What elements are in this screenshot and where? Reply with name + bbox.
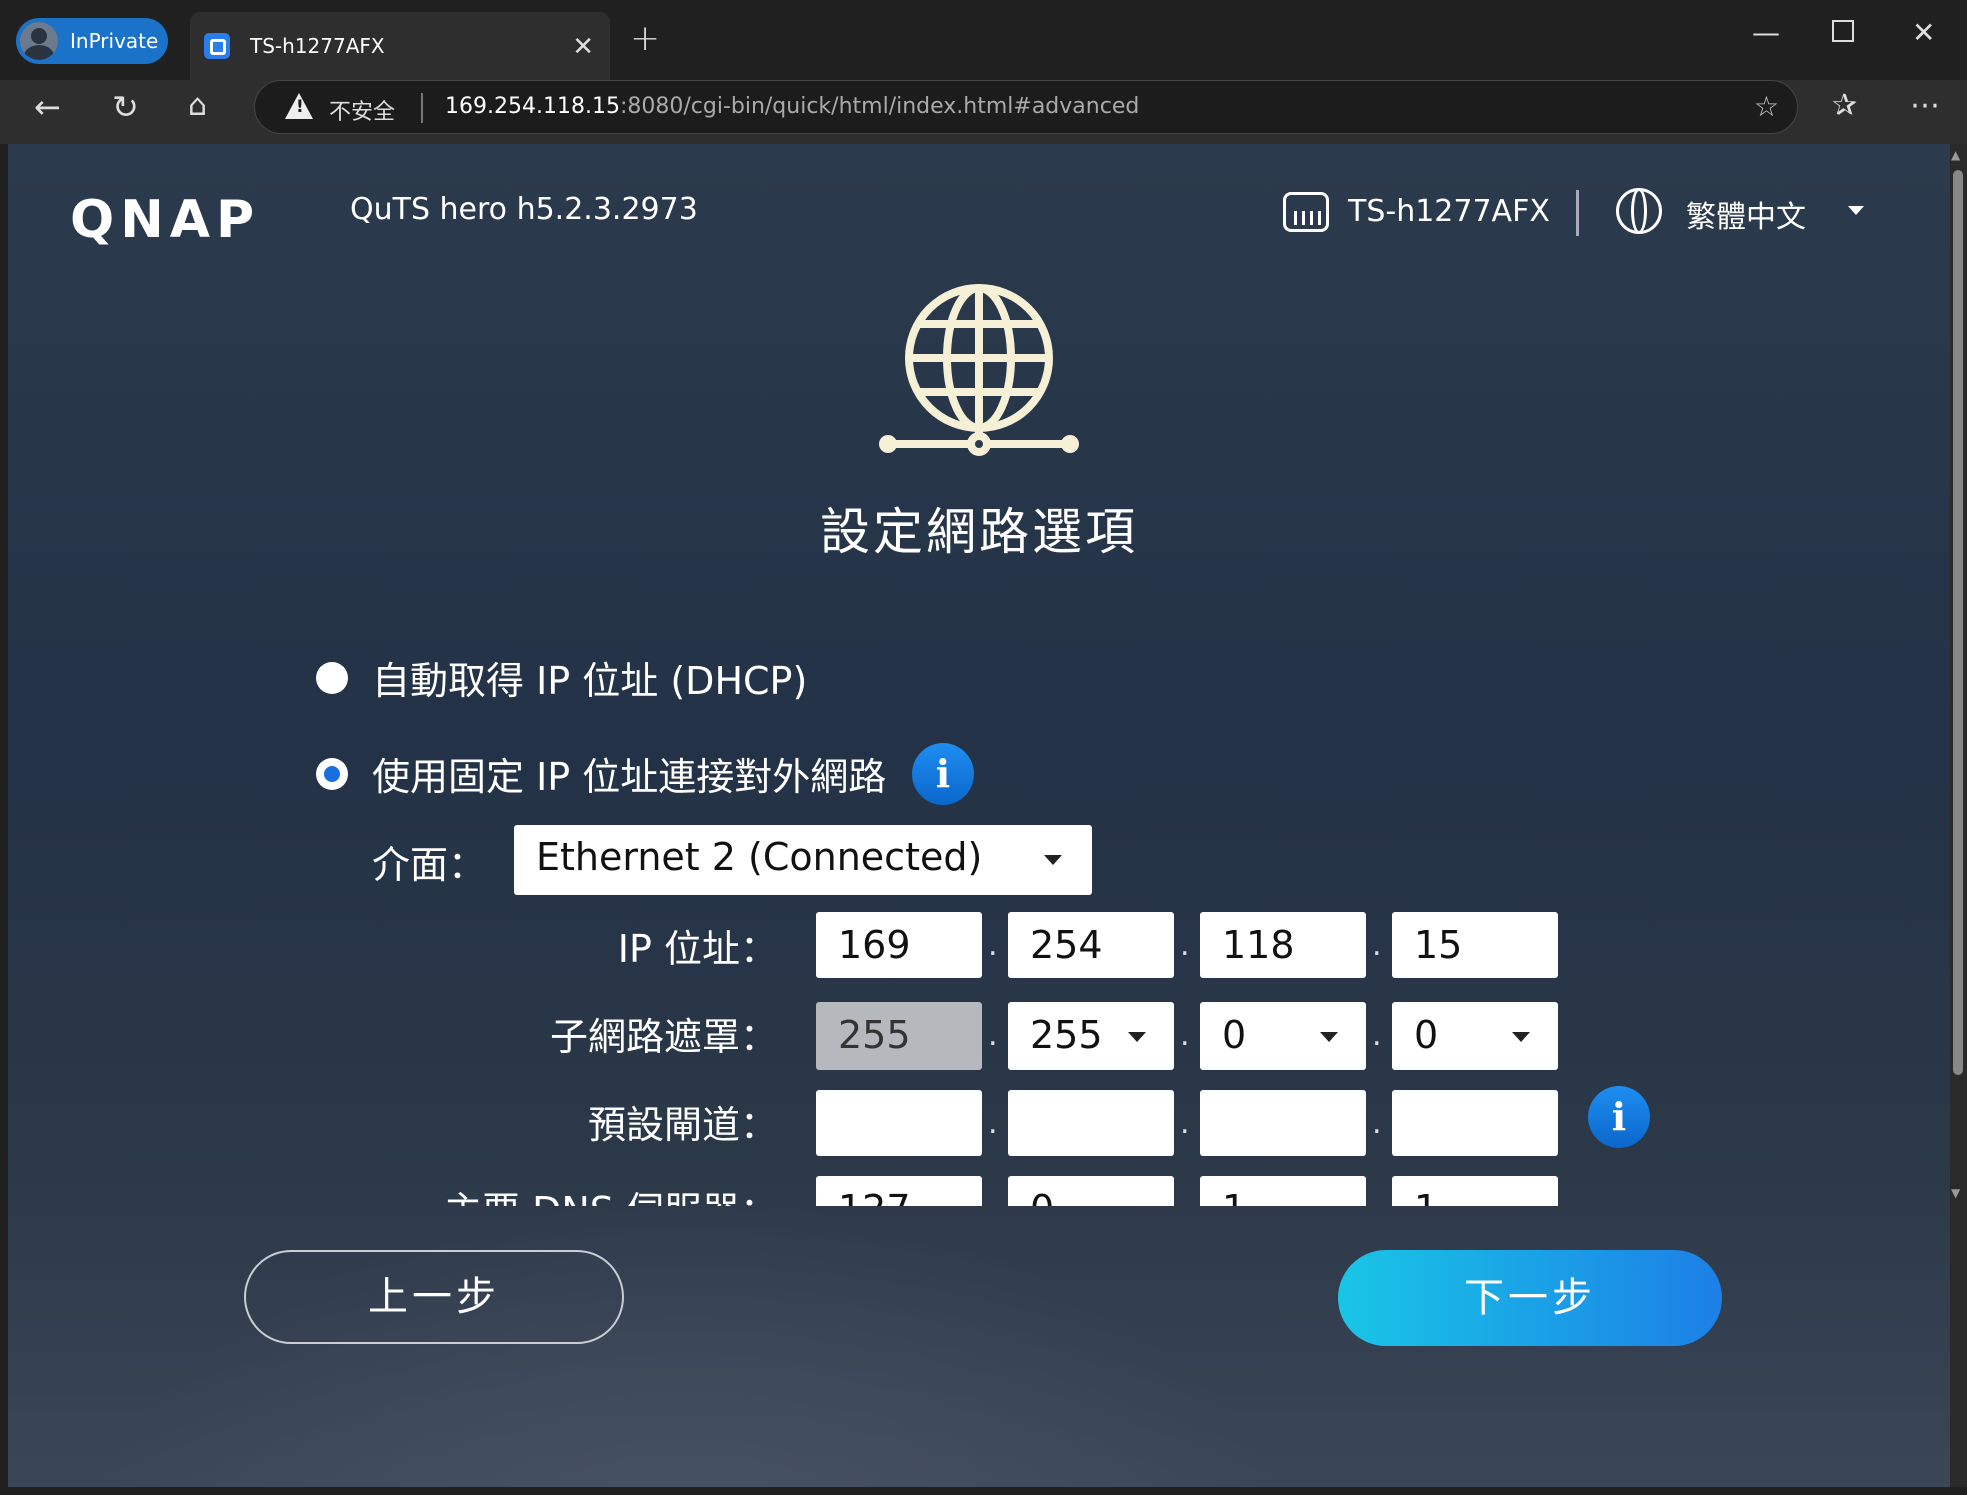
gateway-label: 預設閘道： [587,1103,778,1147]
info-icon[interactable]: i [912,743,974,805]
device-icon [1283,192,1329,232]
subnet-value-4: 0 [1414,1013,1439,1057]
tab-title: TS-h1277AFX [250,34,385,58]
subnet-label: 子網路遮罩： [549,1015,778,1059]
subnet-select-4[interactable]: 0 [1392,1002,1558,1070]
ip-octet-2[interactable]: 254 [1008,912,1174,978]
caret-down-icon [1044,855,1062,865]
new-tab-icon[interactable]: + [630,18,660,59]
gateway-octet-1[interactable] [816,1090,982,1156]
profile-avatar-icon [20,22,58,60]
address-bar[interactable]: 不安全 169.254.118.15:8080/cgi-bin/quick/ht… [254,80,1798,134]
language-selector[interactable]: 繁體中文 [1686,192,1806,236]
ip-octet-3[interactable]: 118 [1200,912,1366,978]
subnet-dot: . [1372,1018,1382,1053]
gateway-octet-4[interactable] [1392,1090,1558,1156]
gateway-octet-2[interactable] [1008,1090,1174,1156]
radio-static-label[interactable]: 使用固定 IP 位址連接對外網路 [372,746,886,801]
radio-dhcp[interactable] [316,662,348,694]
subnet-octet-1: 255 [816,1002,982,1070]
caret-down-icon [1320,1032,1338,1042]
inprivate-label: InPrivate [70,29,159,53]
dns-octet-1[interactable]: 127 [816,1176,982,1206]
window-bottom-frame [0,1487,1967,1495]
scroll-up-icon[interactable]: ▲ [1951,148,1960,162]
subnet-value-3: 0 [1222,1013,1247,1057]
minimize-icon[interactable]: — [1752,16,1780,49]
favorite-star-icon[interactable]: ☆ [1754,90,1779,123]
radio-static-ip[interactable] [316,758,348,790]
dns-label: 主要 DNS 伺服器： [378,1180,778,1206]
more-menu-icon[interactable]: ⋯ [1910,88,1940,123]
info-icon[interactable]: i [1588,1086,1650,1148]
tab-close-icon[interactable]: ✕ [572,32,594,62]
interface-select[interactable]: Ethernet 2 (Connected) [514,825,1092,895]
favorites-icon[interactable]: ✰ [1832,88,1857,123]
home-icon[interactable]: ⌂ [188,88,207,123]
warning-icon [285,93,313,119]
subnet-value-2: 255 [1030,1013,1103,1057]
back-icon[interactable]: ← [34,88,61,126]
subnet-select-2[interactable]: 255 [1008,1002,1174,1070]
browser-tab[interactable]: TS-h1277AFX ✕ [190,12,610,80]
qnap-favicon-icon [204,33,230,59]
caret-down-icon[interactable] [1848,206,1864,215]
qnap-logo: QNAP [70,190,261,250]
ip-octet-4[interactable]: 15 [1392,912,1558,978]
firmware-version: QuTS hero h5.2.3.2973 [350,192,698,227]
url-host: 169.254.118.15 [445,94,620,119]
ip-dot: . [1372,928,1382,963]
device-name: TS-h1277AFX [1348,194,1550,229]
scroll-down-icon[interactable]: ▼ [1951,1186,1960,1200]
subnet-dot: . [1180,1018,1190,1053]
dns-octet-2[interactable]: 0 [1008,1176,1174,1206]
url-path: :8080/cgi-bin/quick/html/index.html#adva… [619,94,1140,119]
radio-dhcp-label[interactable]: 自動取得 IP 位址 (DHCP) [372,650,807,705]
caret-down-icon [1128,1032,1146,1042]
subnet-select-3[interactable]: 0 [1200,1002,1366,1070]
ip-dot: . [1180,928,1190,963]
refresh-icon[interactable]: ↻ [112,88,139,126]
next-button[interactable]: 下一步 [1338,1250,1722,1346]
ip-dot: . [988,928,998,963]
gateway-dot: . [988,1106,998,1141]
maximize-icon[interactable] [1832,20,1854,42]
interface-label: 介面： [372,843,487,887]
globe-network-icon [879,284,1079,456]
window-close-icon[interactable]: ✕ [1912,16,1935,49]
security-label[interactable]: 不安全 [329,94,395,126]
subnet-dot: . [988,1018,998,1053]
caret-down-icon [1512,1032,1530,1042]
url-text[interactable]: 169.254.118.15:8080/cgi-bin/quick/html/i… [445,94,1139,119]
dns-octet-3[interactable]: 1 [1200,1176,1366,1206]
address-separator [421,93,423,123]
gateway-octet-3[interactable] [1200,1090,1366,1156]
setup-page: QNAP QuTS hero h5.2.3.2973 TS-h1277AFX 繁… [8,144,1950,1487]
scrollbar-thumb[interactable] [1953,170,1963,1075]
gateway-dot: . [1180,1106,1190,1141]
ip-octet-1[interactable]: 169 [816,912,982,978]
ip-label: IP 位址： [617,927,778,971]
inprivate-badge[interactable]: InPrivate [16,18,168,64]
gateway-dot: . [1372,1106,1382,1141]
dns-octet-4[interactable]: 1 [1392,1176,1558,1206]
interface-value: Ethernet 2 (Connected) [536,835,983,879]
page-content: QNAP QuTS hero h5.2.3.2973 TS-h1277AFX 繁… [8,144,1950,1206]
header-divider [1576,190,1579,236]
page-title: 設定網路選項 [820,503,1138,561]
language-globe-icon[interactable] [1616,188,1662,234]
previous-button[interactable]: 上一步 [244,1250,624,1344]
